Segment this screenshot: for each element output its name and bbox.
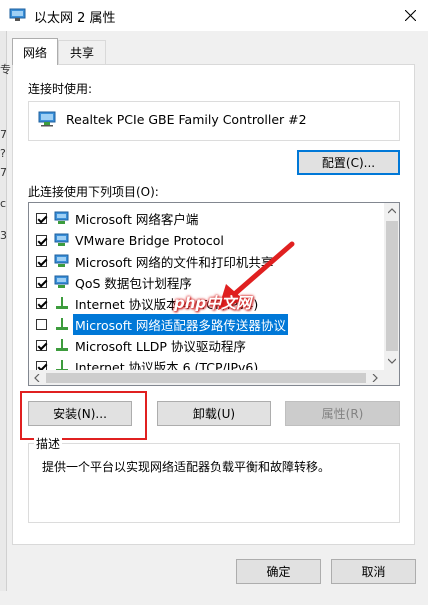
background-text: ?	[0, 147, 6, 160]
cancel-button[interactable]: 取消	[331, 559, 416, 584]
network-adapter-icon	[38, 111, 56, 127]
scroll-left-icon[interactable]	[34, 374, 40, 382]
background-text: 专	[0, 63, 11, 76]
highlight-box	[20, 391, 147, 440]
vertical-scrollbar[interactable]	[384, 203, 399, 370]
item-checkbox[interactable]	[36, 212, 47, 224]
network-client-icon	[54, 211, 69, 224]
tab-sharing[interactable]: 共享	[58, 40, 106, 64]
network-service-icon	[54, 275, 69, 288]
scroll-up-icon[interactable]	[388, 208, 396, 214]
item-checkbox[interactable]	[36, 318, 47, 330]
protocol-icon	[56, 339, 68, 351]
network-service-icon	[54, 233, 69, 246]
item-checkbox[interactable]	[36, 234, 47, 246]
item-label: QoS 数据包计划程序	[75, 275, 192, 291]
list-item[interactable]: Microsoft 网络客户端	[29, 208, 384, 228]
items-label: 此连接使用下列项目(O):	[28, 185, 159, 199]
description-label: 描述	[34, 435, 63, 452]
description-text: 提供一个平台以实现网络适配器负载平衡和故障转移。	[42, 460, 331, 474]
description-group	[28, 443, 400, 523]
item-checkbox[interactable]	[36, 255, 47, 267]
protocol-icon	[56, 297, 68, 309]
window-title: 以太网 2 属性	[34, 11, 116, 26]
tab-network[interactable]: 网络	[12, 38, 58, 65]
item-label: Microsoft LLDP 协议驱动程序	[75, 338, 246, 354]
horizontal-scrollbar[interactable]	[29, 370, 399, 385]
item-checkbox[interactable]	[36, 339, 47, 351]
item-label: Microsoft 网络客户端	[75, 211, 199, 227]
ok-button[interactable]: 确定	[236, 559, 321, 584]
list-item[interactable]: Microsoft LLDP 协议驱动程序	[29, 335, 384, 355]
background-text: 7	[0, 128, 7, 141]
background-text: 7	[0, 166, 7, 179]
network-adapter-icon	[9, 8, 26, 21]
horizontal-scroll-thumb[interactable]	[46, 373, 366, 383]
close-button[interactable]	[392, 0, 428, 31]
item-checkbox[interactable]	[36, 297, 47, 309]
close-icon	[404, 10, 416, 21]
scroll-down-icon[interactable]	[388, 358, 396, 364]
protocol-icon	[56, 318, 68, 330]
item-checkbox[interactable]	[36, 276, 47, 288]
vertical-scroll-thumb[interactable]	[386, 221, 398, 351]
properties-button: 属性(R)	[285, 401, 400, 426]
configure-button[interactable]: 配置(C)...	[297, 150, 400, 175]
connect-using-label: 连接时使用:	[28, 82, 93, 96]
background-text: 3	[0, 229, 7, 242]
adapter-name: Realtek PCIe GBE Family Controller #2	[66, 112, 307, 127]
background-text: c	[0, 197, 7, 210]
scroll-right-icon[interactable]	[372, 374, 378, 382]
network-service-icon	[54, 254, 69, 267]
uninstall-button[interactable]: 卸载(U)	[157, 401, 271, 426]
background-window	[0, 31, 7, 591]
watermark: php中文网	[174, 294, 252, 312]
